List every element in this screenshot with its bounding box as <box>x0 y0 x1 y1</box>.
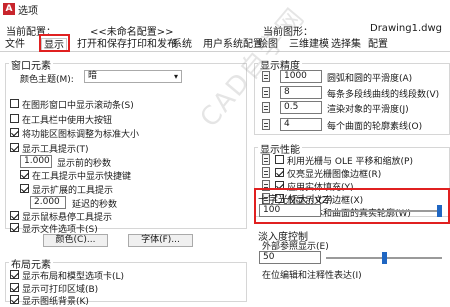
large-buttons-label: 在工具栏中使用大按钮 <box>22 116 113 126</box>
extended-tooltips-checkbox[interactable] <box>20 184 29 193</box>
window-title: 选项 <box>18 6 38 17</box>
current-profile-value: <<未命名配置>> <box>90 27 174 38</box>
extended-tooltips-label: 显示扩展的工具提示 <box>32 186 114 196</box>
resize-ribbon-icons-checkbox[interactable] <box>10 128 19 137</box>
raster-frame-label: 仅亮显光栅图像边框(R) <box>287 170 382 180</box>
fonts-button[interactable]: 字体(F)... <box>128 234 193 247</box>
layout-model-tabs-label: 显示布局和模型选项卡(L) <box>22 272 125 282</box>
show-tooltips-label: 显示工具提示(T) <box>22 145 89 155</box>
show-tooltips-checkbox[interactable] <box>10 143 19 152</box>
window-elements-title: 窗口元素 <box>9 57 53 72</box>
render-smoothness-input[interactable]: 0.5 <box>280 101 322 114</box>
chevron-down-icon: ▾ <box>173 72 178 81</box>
arc-smoothness-label: 圆弧和圆的平滑度(A) <box>327 74 413 84</box>
polyline-segments-label: 每条多段线曲线的线段数(V) <box>327 90 440 100</box>
tab-selection[interactable]: 选择集 <box>329 38 363 52</box>
color-theme-select[interactable]: 暗 ▾ <box>84 70 182 83</box>
show-scrollbars-label: 在图形窗口中显示滚动条(S) <box>22 101 134 111</box>
contour-lines-input[interactable]: 4 <box>280 118 322 131</box>
current-drawing-value: Drawing1.dwg <box>370 23 442 34</box>
tab-profiles[interactable]: 配置 <box>366 38 390 52</box>
tooltip-delay-label: 显示前的秒数 <box>57 159 112 169</box>
extended-delay-label: 延迟的秒数 <box>72 200 118 210</box>
color-theme-value: 暗 <box>88 71 98 81</box>
in-place-edit-label: 在位编辑和注释性表达(I) <box>262 271 362 281</box>
crosshair-size-highlight <box>254 188 450 224</box>
raster-frame-icon <box>262 167 270 178</box>
large-buttons-checkbox[interactable] <box>10 114 19 123</box>
tab-open-save[interactable]: 打开和保存 <box>75 38 129 52</box>
shortcut-keys-checkbox[interactable] <box>20 170 29 179</box>
raster-ole-checkbox[interactable] <box>275 155 284 164</box>
render-smoothness-icon <box>262 102 270 113</box>
arc-smoothness-input[interactable]: 1000 <box>280 70 322 83</box>
extended-delay-input[interactable]: 2.000 <box>30 196 66 209</box>
file-tabs-checkbox[interactable] <box>10 223 19 232</box>
polyline-segments-input[interactable]: 8 <box>280 86 322 99</box>
render-smoothness-label: 渲染对象的平滑度(J) <box>327 105 409 115</box>
raster-ole-icon <box>262 154 270 165</box>
polyline-segments-icon <box>262 87 270 98</box>
raster-ole-label: 利用光栅与 OLE 平移和缩放(P) <box>287 157 413 167</box>
resize-ribbon-icons-label: 将功能区图标调整为标准大小 <box>22 130 140 140</box>
shortcut-keys-label: 在工具提示中显示快捷键 <box>32 172 132 182</box>
tab-system[interactable]: 系统 <box>170 38 194 52</box>
autocad-app-icon: A <box>3 3 15 15</box>
xref-display-slider-thumb[interactable] <box>381 252 387 264</box>
contour-lines-icon <box>262 119 270 130</box>
tooltip-delay-input[interactable]: 1.000 <box>20 155 52 168</box>
color-theme-label: 颜色主题(M): <box>20 75 74 85</box>
layout-model-tabs-checkbox[interactable] <box>10 270 19 279</box>
rollover-tooltips-checkbox[interactable] <box>10 211 19 220</box>
paper-background-label: 显示图纸背景(K) <box>22 297 89 307</box>
raster-frame-checkbox[interactable] <box>275 168 284 177</box>
contour-lines-label: 每个曲面的轮廓素线(O) <box>327 122 423 132</box>
printable-area-checkbox[interactable] <box>10 283 19 292</box>
tab-display-highlight <box>39 34 70 52</box>
colors-button[interactable]: 颜色(C)... <box>43 234 108 247</box>
tab-files[interactable]: 文件 <box>3 38 27 52</box>
title-bar: A 选项 <box>0 0 450 18</box>
xref-display-input[interactable]: 50 <box>259 251 321 264</box>
show-scrollbars-checkbox[interactable] <box>10 99 19 108</box>
